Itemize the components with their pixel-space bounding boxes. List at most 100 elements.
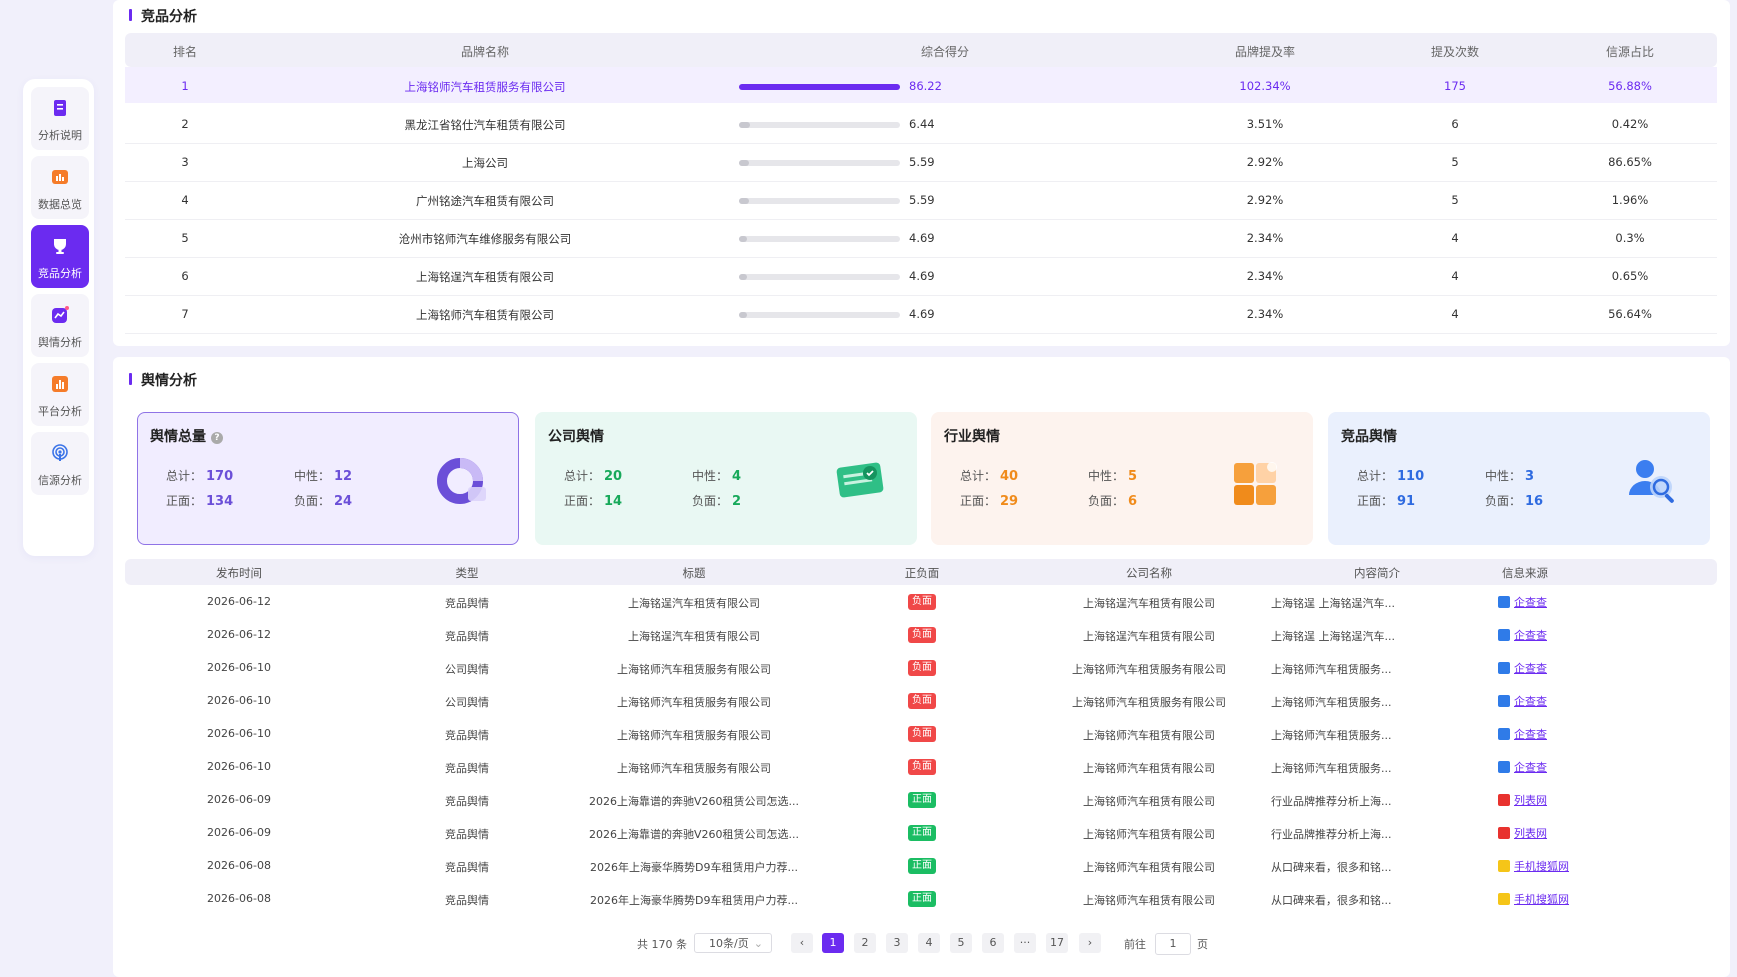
col-source[interactable]: 信息来源 (1502, 565, 1548, 581)
summary-value: 上海铭师汽车租赁服务... (1271, 663, 1392, 676)
competitor-row[interactable]: 2 黑龙江省铭仕汽车租赁有限公司 6.44 3.51% 6 0.42% (125, 105, 1717, 144)
card-title: 舆情总量? (150, 426, 223, 446)
competitor-row[interactable]: 4 广州铭途汽车租赁有限公司 5.59 2.92% 5 1.96% (125, 181, 1717, 220)
question-icon[interactable]: ? (211, 432, 223, 444)
sentiment-row[interactable]: 2026-06-10 公司舆情 上海铭师汽车租赁服务有限公司 负面 上海铭师汽车… (125, 652, 1717, 685)
sentiment-row[interactable]: 2026-06-12 竞品舆情 上海铭逞汽车租赁有限公司 负面 上海铭逞汽车租赁… (125, 619, 1717, 652)
competitor-row[interactable]: 6 上海铭逞汽车租赁有限公司 4.69 2.34% 4 0.65% (125, 257, 1717, 296)
sentiment-row[interactable]: 2026-06-08 竞品舆情 2026年上海豪华腾势D9车租赁用户力荐... … (125, 850, 1717, 883)
sidebar-nav: 分析说明 数据总览 竞品分析 舆情分析 平台分析 信源分析 (23, 79, 94, 556)
sentiment-row[interactable]: 2026-06-10 竞品舆情 上海铭师汽车租赁服务有限公司 负面 上海铭师汽车… (125, 718, 1717, 751)
type-value: 竞品舆情 (445, 597, 489, 610)
source-label: 列表网 (1514, 794, 1547, 807)
source-link[interactable]: 企查查 (1498, 627, 1547, 643)
type-value: 公司舆情 (445, 696, 489, 709)
date-value: 2026-06-08 (207, 859, 271, 872)
col-summary[interactable]: 内容简介 (1354, 565, 1400, 581)
source-link[interactable]: 手机搜狐网 (1498, 891, 1569, 907)
score-bar (739, 122, 900, 128)
sentiment-row[interactable]: 2026-06-10 公司舆情 上海铭师汽车租赁服务有限公司 负面 上海铭师汽车… (125, 685, 1717, 718)
rate-value: 2.34% (1246, 269, 1284, 283)
polarity-badge: 负面 (908, 627, 936, 643)
source-link[interactable]: 企查查 (1498, 594, 1547, 610)
page-button[interactable]: 4 (918, 933, 940, 953)
sentiment-row[interactable]: 2026-06-12 竞品舆情 上海铭逞汽车租赁有限公司 负面 上海铭逞汽车租赁… (125, 586, 1717, 619)
rate-value: 3.51% (1246, 117, 1284, 131)
total-value: 20 (604, 469, 623, 484)
goto-page-input[interactable]: 1 (1155, 933, 1191, 955)
source-link[interactable]: 列表网 (1498, 792, 1547, 808)
sentiment-row[interactable]: 2026-06-08 竞品舆情 2026年上海豪华腾势D9车租赁用户力荐... … (125, 883, 1717, 916)
negative-label: 负面： (692, 494, 729, 508)
source-label: 列表网 (1514, 827, 1547, 840)
next-page-button[interactable]: › (1079, 933, 1101, 953)
page-button[interactable]: 3 (886, 933, 908, 953)
col-title[interactable]: 标题 (683, 565, 706, 581)
liebiao-icon (1498, 827, 1510, 839)
card-neutral: 中性： 12 (294, 467, 352, 484)
negative-value: 24 (334, 494, 353, 509)
card-total: 总计： 110 (1357, 467, 1424, 484)
sidebar-item-1[interactable]: 数据总览 (31, 156, 89, 219)
source-link[interactable]: 手机搜狐网 (1498, 858, 1569, 874)
source-link[interactable]: 企查查 (1498, 759, 1547, 775)
summary-value: 上海铭师汽车租赁服务... (1271, 729, 1392, 742)
rate-value: 2.34% (1246, 307, 1284, 321)
competitor-row[interactable]: 5 沧州市铭师汽车维修服务有限公司 4.69 2.34% 4 0.3% (125, 219, 1717, 258)
summary-value: 行业品牌推荐分析上海... (1271, 828, 1392, 841)
page-button[interactable]: 17 (1046, 933, 1068, 953)
sentiment-card[interactable]: 舆情总量? 总计： 170 中性： 12 正面： 134 负面： 24 (137, 412, 519, 545)
prev-page-button[interactable]: ‹ (791, 933, 813, 953)
sentiment-card[interactable]: 公司舆情 总计： 20 中性： 4 正面： 14 负面： 2 (535, 412, 917, 545)
col-rank[interactable]: 排名 (173, 43, 197, 60)
page-button[interactable]: 2 (854, 933, 876, 953)
page-button[interactable]: 5 (950, 933, 972, 953)
sidebar-item-5[interactable]: 信源分析 (31, 432, 89, 495)
col-rate[interactable]: 品牌提及率 (1235, 43, 1295, 60)
sidebar-item-3[interactable]: 舆情分析 (31, 294, 89, 357)
page-size-select[interactable]: 10条/页 ⌄ (694, 933, 772, 953)
date-value: 2026-06-10 (207, 760, 271, 773)
sidebar-item-2[interactable]: 竞品分析 (31, 225, 89, 288)
col-score[interactable]: 综合得分 (921, 43, 969, 60)
sentiment-row[interactable]: 2026-06-10 竞品舆情 上海铭师汽车租赁服务有限公司 负面 上海铭师汽车… (125, 751, 1717, 784)
rank-value: 6 (181, 269, 189, 283)
sidebar-item-4[interactable]: 平台分析 (31, 363, 89, 426)
title-value: 2026上海靠谱的奔驰V260租赁公司怎选... (588, 828, 800, 841)
col-brand[interactable]: 品牌名称 (461, 43, 509, 60)
title-value: 2026年上海豪华腾势D9车租赁用户力荐... (590, 861, 798, 874)
positive-label: 正面： (166, 494, 203, 508)
page-ellipsis[interactable]: ··· (1014, 933, 1036, 953)
sentiment-row[interactable]: 2026-06-09 竞品舆情 2026上海靠谱的奔驰V260租赁公司怎选...… (125, 817, 1717, 850)
polarity-badge: 正面 (908, 825, 936, 841)
card-title-text: 舆情总量 (150, 429, 206, 445)
liebiao-icon (1498, 794, 1510, 806)
sentiment-card[interactable]: 行业舆情 总计： 40 中性： 5 正面： 29 负面： 6 (931, 412, 1313, 545)
source-link[interactable]: 列表网 (1498, 825, 1547, 841)
total-value: 170 (206, 469, 234, 484)
sidebar-item-0[interactable]: 分析说明 (31, 87, 89, 150)
col-polarity[interactable]: 正负面 (905, 565, 940, 581)
col-count[interactable]: 提及次数 (1431, 43, 1479, 60)
competitor-row[interactable]: 3 上海公司 5.59 2.92% 5 86.65% (125, 143, 1717, 182)
platform-chart-icon (51, 375, 69, 393)
source-label: 企查查 (1514, 695, 1547, 708)
pagination: 共 170 条 10条/页 ⌄ ‹ 1 2 3 4 5 6 ··· 17 › 前往 1 页 (0, 933, 1737, 955)
source-link[interactable]: 企查查 (1498, 693, 1547, 709)
source-link[interactable]: 企查查 (1498, 660, 1547, 676)
bar-chart-icon (51, 168, 69, 186)
sentiment-card[interactable]: 竞品舆情 总计： 110 中性： 3 正面： 91 负面： 16 (1328, 412, 1710, 545)
source-link[interactable]: 企查查 (1498, 726, 1547, 742)
sentiment-row[interactable]: 2026-06-09 竞品舆情 2026上海靠谱的奔驰V260租赁公司怎选...… (125, 784, 1717, 817)
rank-value: 7 (181, 307, 189, 321)
col-type[interactable]: 类型 (456, 565, 479, 581)
col-date[interactable]: 发布时间 (216, 565, 262, 581)
page-button[interactable]: 6 (982, 933, 1004, 953)
col-share[interactable]: 信源占比 (1606, 43, 1654, 60)
competitor-row[interactable]: 1 上海铭师汽车租赁服务有限公司 86.22 102.34% 175 56.88… (125, 67, 1717, 103)
page-button[interactable]: 1 (822, 933, 844, 953)
total-label: 总计： (564, 469, 601, 483)
competitor-row[interactable]: 7 上海铭师汽车租赁有限公司 4.69 2.34% 4 56.64% (125, 295, 1717, 334)
col-company[interactable]: 公司名称 (1126, 565, 1172, 581)
polarity-badge: 正面 (908, 792, 936, 808)
